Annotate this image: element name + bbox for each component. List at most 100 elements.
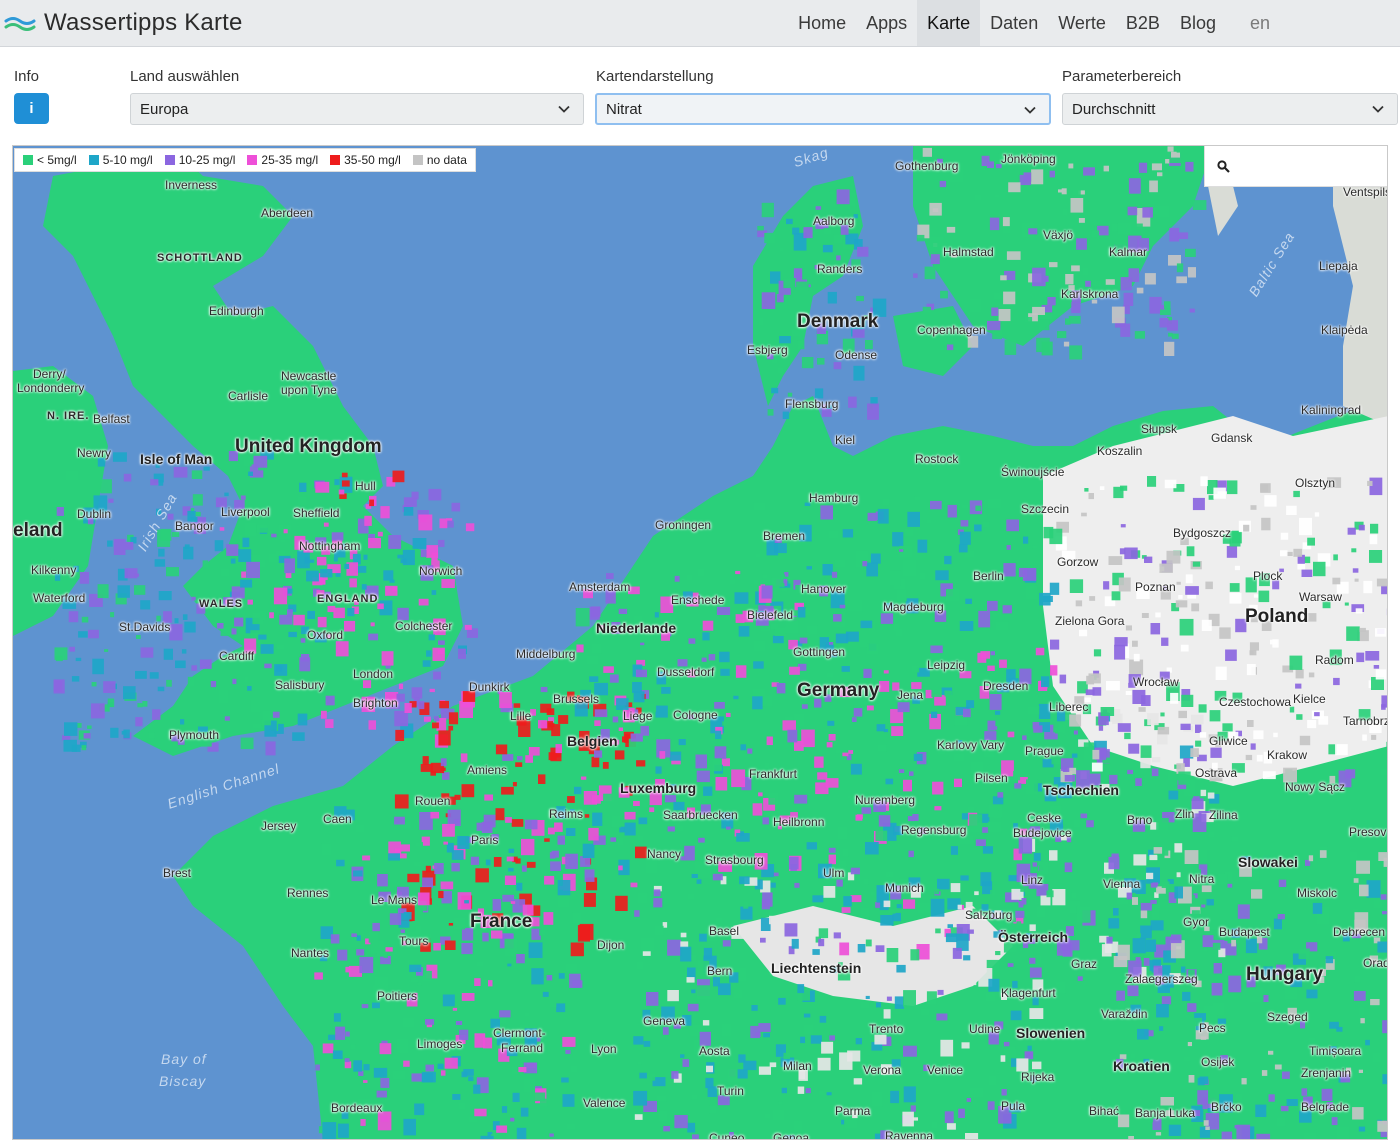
nitrate-patch: [703, 786, 713, 796]
nitrate-patch: [540, 686, 548, 693]
nitrate-patch: [220, 568, 229, 577]
nitrate-patch: [1192, 561, 1201, 567]
nitrate-patch: [137, 703, 143, 708]
nitrate-patch: [1072, 189, 1081, 196]
nitrate-patch: [1049, 850, 1058, 861]
nitrate-patch: [904, 528, 914, 537]
nitrate-patch: [937, 878, 950, 890]
nitrate-patch: [1176, 263, 1184, 273]
nav-home[interactable]: Home: [788, 0, 856, 46]
nitrate-patch: [230, 558, 236, 564]
nitrate-patch: [1354, 975, 1361, 983]
nitrate-patch: [1128, 268, 1140, 282]
map-search-input[interactable]: [1238, 158, 1378, 174]
nitrate-patch: [440, 881, 454, 890]
nitrate-patch: [56, 507, 64, 516]
nitrate-patch: [772, 635, 784, 644]
nitrate-patch: [680, 1054, 685, 1058]
city-label: Aalborg: [813, 214, 855, 228]
nitrate-patch: [1199, 732, 1207, 738]
nitrate-patch: [301, 654, 310, 662]
map-search[interactable]: [1204, 146, 1387, 187]
city-label: Zrenjanin: [1301, 1066, 1352, 1080]
nav-daten[interactable]: Daten: [980, 0, 1048, 46]
nitrate-patch: [654, 612, 659, 618]
info-button[interactable]: i: [14, 93, 49, 124]
city-label: Osijek: [1201, 1055, 1235, 1069]
nitrate-patch: [885, 871, 894, 878]
nitrate-patch: [855, 814, 863, 821]
nitrate-patch: [241, 571, 246, 578]
main-nav: Home Apps Karte Daten Werte B2B Blog en: [788, 0, 1400, 46]
nitrate-patch: [422, 756, 429, 765]
nitrate-patch: [751, 1005, 758, 1011]
city-label: Ravenna: [885, 1129, 934, 1140]
nitrate-patch: [447, 809, 461, 826]
nitrate-patch: [861, 807, 872, 814]
land-select[interactable]: Europa: [130, 93, 584, 125]
nitrate-patch: [762, 574, 768, 579]
nitrate-patch: [606, 573, 614, 579]
nitrate-patch: [523, 1078, 535, 1093]
nitrate-patch: [1057, 331, 1067, 339]
nitrate-patch: [1029, 957, 1036, 964]
city-label: Hamburg: [809, 491, 859, 505]
nitrate-patch: [702, 632, 710, 641]
nitrate-patch: [306, 570, 319, 582]
nitrate-patch: [580, 776, 587, 780]
city-label: Graz: [1071, 957, 1098, 971]
city-label: Waterford: [33, 591, 86, 605]
nitrate-patch: [1156, 1004, 1169, 1018]
nitrate-patch: [1127, 985, 1139, 997]
nitrate-patch: [726, 826, 731, 830]
nitrate-patch: [192, 494, 203, 506]
parameterbereich-select[interactable]: Durchschnitt: [1062, 93, 1398, 125]
nitrate-patch: [1293, 548, 1303, 557]
nitrate-patch: [1103, 581, 1110, 590]
nitrate-map[interactable]: < 5mg/l 5-10 mg/l 10-25 mg/l 25-35 mg/l …: [12, 145, 1388, 1140]
nitrate-patch: [1386, 741, 1387, 752]
nitrate-patch: [517, 756, 523, 761]
nitrate-patch: [1335, 744, 1348, 756]
nitrate-patch: [720, 668, 730, 676]
city-label: Nuremberg: [855, 793, 916, 807]
nav-werte[interactable]: Werte: [1048, 0, 1116, 46]
nitrate-patch: [1092, 749, 1100, 760]
nitrate-patch: [946, 1123, 956, 1130]
language-switch[interactable]: en: [1240, 0, 1280, 46]
nav-blog[interactable]: Blog: [1170, 0, 1226, 46]
nav-b2b[interactable]: B2B: [1116, 0, 1170, 46]
nitrate-patch: [474, 1108, 487, 1117]
nitrate-patch: [1274, 1064, 1282, 1070]
nitrate-patch: [1002, 226, 1011, 234]
nav-apps[interactable]: Apps: [856, 0, 917, 46]
nitrate-patch: [1210, 747, 1222, 758]
nitrate-patch: [368, 538, 381, 549]
nitrate-patch: [891, 726, 904, 736]
nitrate-patch: [135, 717, 143, 727]
map-base-layer[interactable]: [13, 146, 1388, 1140]
nitrate-patch: [1064, 775, 1076, 782]
nitrate-patch: [1028, 228, 1038, 235]
nitrate-patch: [839, 604, 846, 609]
nitrate-patch: [433, 716, 440, 722]
nitrate-patch: [1369, 477, 1383, 496]
kartendarstellung-select[interactable]: Nitrat: [595, 93, 1051, 125]
city-label: Kiel: [835, 433, 856, 447]
nitrate-patch: [939, 180, 947, 188]
nitrate-patch: [636, 962, 644, 969]
nitrate-patch: [117, 585, 130, 598]
nitrate-patch: [907, 511, 920, 527]
city-label: Koszalin: [1097, 444, 1143, 458]
nitrate-patch: [1201, 904, 1206, 908]
nitrate-patch: [654, 925, 664, 936]
country-label: Slowakei: [1238, 854, 1298, 870]
nitrate-patch: [438, 890, 444, 899]
brand[interactable]: Wassertipps Karte: [4, 9, 243, 37]
nitrate-patch: [989, 694, 1002, 710]
nitrate-patch: [843, 848, 849, 857]
city-label: Plock: [1253, 569, 1283, 583]
nitrate-patch: [722, 721, 727, 726]
nav-karte[interactable]: Karte: [917, 0, 981, 46]
nitrate-patch: [1129, 659, 1144, 676]
